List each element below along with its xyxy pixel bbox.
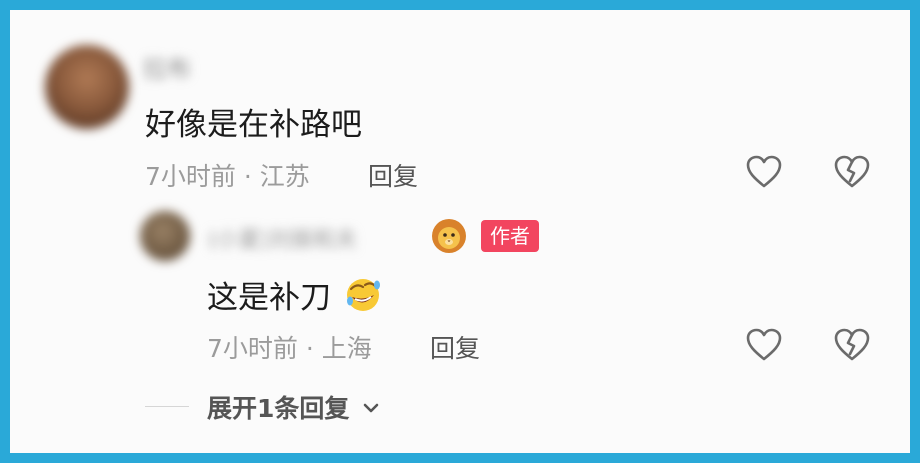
- comment-meta: 7小时前 · 江苏: [145, 162, 310, 191]
- lion-emoji-icon: [430, 217, 468, 255]
- broken-heart-icon[interactable]: [832, 152, 872, 192]
- heart-outline-icon[interactable]: [744, 152, 784, 192]
- broken-heart-icon[interactable]: [832, 325, 872, 365]
- reply-button[interactable]: 回复: [368, 157, 418, 193]
- comment-text: 好像是在补路吧: [145, 107, 362, 143]
- avatar[interactable]: [45, 45, 129, 129]
- chevron-down-icon: [362, 392, 380, 413]
- reply-text: 这是补刀: [207, 272, 383, 317]
- expand-replies-label: 展开1条回复: [207, 394, 350, 423]
- reply-button[interactable]: 回复: [430, 329, 480, 365]
- username[interactable]: (小夏)刘振和夫: [208, 222, 357, 254]
- expand-replies-button[interactable]: 展开1条回复: [207, 389, 380, 425]
- avatar[interactable]: [140, 211, 190, 261]
- reply-text-content: 这是补刀: [207, 280, 331, 316]
- rofl-emoji-icon: [343, 275, 383, 313]
- author-badge: 作者: [481, 220, 539, 252]
- reply-meta: 7小时前 · 上海: [207, 334, 372, 363]
- divider: [145, 406, 189, 407]
- username[interactable]: 拉布: [143, 49, 191, 84]
- heart-outline-icon[interactable]: [744, 325, 784, 365]
- comment-thread: 拉布 好像是在补路吧 7小时前 · 江苏 回复 (小夏)刘振和夫 作者 这是补刀: [10, 10, 910, 453]
